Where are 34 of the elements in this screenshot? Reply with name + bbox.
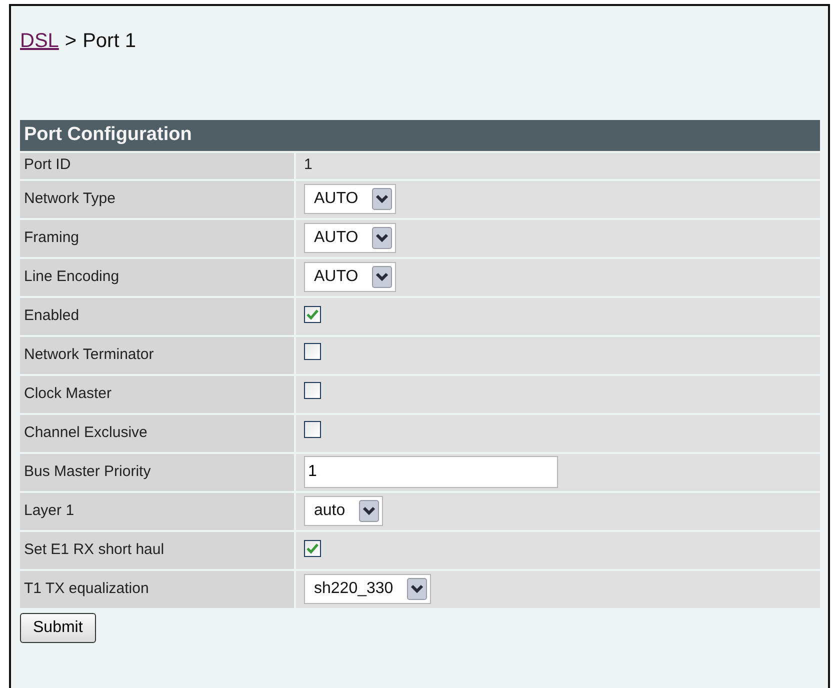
checkbox[interactable] [304,382,321,399]
dropdown[interactable]: sh220_330 [304,574,432,604]
field-label: Framing [20,220,296,256]
caret-icon [359,500,380,522]
checkbox[interactable] [304,306,321,323]
field-label: Line Encoding [20,258,296,296]
breadcrumb-link[interactable]: DSL [20,26,59,56]
submit-button[interactable]: Submit [20,612,96,642]
dropdown[interactable]: AUTO [304,184,396,214]
field-label: T1 TX equalization [20,570,296,608]
field-label: Enabled [20,298,296,334]
field-label: Channel Exclusive [20,414,296,452]
checkbox[interactable] [304,420,321,438]
field-label: Bus Master Priority [20,454,296,490]
checkbox[interactable] [304,342,321,360]
breadcrumb-current: Port 1 [82,29,136,54]
field-label: Set E1 RX short haul [20,532,296,568]
breadcrumb-separator: > [64,29,77,54]
field-label: Port ID [20,152,296,178]
checkbox[interactable] [304,540,321,557]
dropdown[interactable]: AUTO [304,223,396,253]
caret-icon [372,266,392,288]
caret-icon [372,227,392,249]
field-value: 1 [296,152,820,178]
field-label: Clock Master [20,376,296,412]
field-label: Network Terminator [20,336,296,374]
section-header: Port Configuration [20,120,820,150]
caret-icon [407,578,428,600]
field-label: Layer 1 [20,492,296,530]
caret-icon [372,188,392,210]
dropdown[interactable]: auto [304,496,384,526]
dropdown[interactable]: AUTO [304,262,396,292]
input-field[interactable]: 1 [304,456,558,488]
field-label: Network Type [20,180,296,218]
